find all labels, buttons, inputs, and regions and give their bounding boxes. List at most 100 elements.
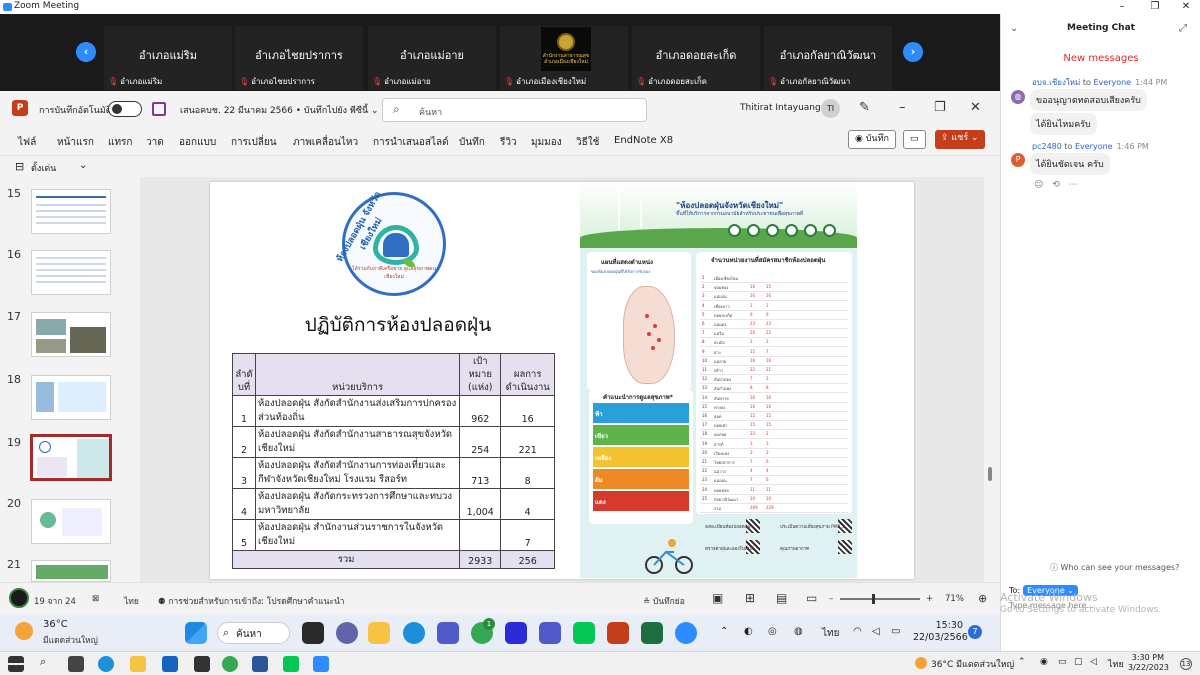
edge-icon[interactable] xyxy=(98,656,114,672)
zoom-out-button[interactable]: – xyxy=(829,594,833,604)
line-icon[interactable] xyxy=(283,656,299,672)
tray-app-icon[interactable]: ◍ xyxy=(794,626,803,637)
word-icon[interactable] xyxy=(252,656,268,672)
start-icon[interactable] xyxy=(8,656,24,672)
input-language[interactable]: ไทย xyxy=(822,626,839,641)
weather-summary[interactable]: 36°C มีแดดส่วนใหญ่ xyxy=(931,657,1014,671)
file-explorer-icon[interactable] xyxy=(368,622,390,644)
tray-app-icon[interactable]: ◎ xyxy=(768,626,777,637)
who-can-see-link[interactable]: ⓘ Who can see your messages? xyxy=(1050,562,1179,573)
tab-record[interactable]: บันทึก xyxy=(459,135,485,150)
weather-icon[interactable] xyxy=(915,657,927,669)
tab-help[interactable]: วิธีใช้ xyxy=(576,135,599,150)
video-tile[interactable]: อำเภอไชยปราการ 🎙 อำเภอไชยปราการ xyxy=(235,26,363,90)
notification-badge[interactable]: 7 xyxy=(968,625,982,639)
input-language[interactable]: ไทย xyxy=(1108,657,1124,671)
slide-thumbnail[interactable] xyxy=(31,312,111,357)
zoom-slider-thumb[interactable] xyxy=(872,594,875,604)
task-view-icon[interactable] xyxy=(68,656,84,672)
teams-icon[interactable] xyxy=(437,622,459,644)
video-tile[interactable]: อำเภอแม่ริม 🎙 อำเภอแม่ริม xyxy=(104,26,232,90)
webex-icon[interactable] xyxy=(505,622,527,644)
tab-home[interactable]: หน้าแรก xyxy=(57,135,94,150)
tab-slideshow[interactable]: การนำเสนอสไลด์ xyxy=(373,135,449,150)
start-icon[interactable] xyxy=(185,622,207,644)
chat-message[interactable]: ขออนุญาตทดสอบเสียงครับ xyxy=(1030,89,1147,111)
pin-label[interactable]: ตั้งเด่น xyxy=(31,161,56,175)
chevron-up-icon[interactable]: ⌃ xyxy=(720,626,728,637)
chevron-down-icon[interactable]: ⌄ xyxy=(79,160,87,171)
slide-thumbnail[interactable] xyxy=(31,189,111,234)
slide-thumbnail[interactable] xyxy=(31,375,111,420)
designer-icon[interactable]: ✎ xyxy=(859,100,870,115)
video-tile[interactable]: อำเภอแม่อาย 🎙 อำเภอแม่อาย xyxy=(368,26,496,90)
current-slide[interactable]: ห้องปลอดฝุ่น จังหวัดเชียงใหม่ ได้ร่วมกับ… xyxy=(210,182,914,579)
teams-work-icon[interactable] xyxy=(539,622,561,644)
video-tile[interactable]: อำเภอกัลยาณิวัฒนา 🎙 อำเภอกัลยาณิวัฒนา xyxy=(764,26,892,90)
tab-animations[interactable]: ภาพเคลื่อนไหว xyxy=(293,135,358,150)
display-icon[interactable]: ▢ xyxy=(1074,657,1083,667)
reading-view-icon[interactable]: ▤ xyxy=(776,591,787,605)
battery-icon[interactable]: ▭ xyxy=(891,626,900,637)
user-avatar[interactable]: TI xyxy=(821,99,840,118)
slide-thumbnail-selected[interactable] xyxy=(30,434,112,481)
notification-badge[interactable]: 13 xyxy=(1180,658,1192,670)
minimize-button[interactable]: – xyxy=(899,100,906,115)
tray-app-icon[interactable]: ◐ xyxy=(744,626,753,637)
wifi-icon[interactable]: ◠ xyxy=(853,626,862,637)
accessibility-status[interactable]: ⚉ การช่วยสำหรับการเข้าถึง: โปรดศึกษาคำแน… xyxy=(158,594,345,608)
tab-view[interactable]: มุมมอง xyxy=(531,135,562,150)
close-button[interactable]: ✕ xyxy=(1170,0,1200,14)
zoom-in-button[interactable]: + xyxy=(926,594,933,604)
tab-design[interactable]: ออกแบบ xyxy=(179,135,216,150)
video-tile[interactable]: อำเภอดอยสะเก็ด 🎙 อำเภอดอยสะเก็ด xyxy=(632,26,760,90)
zoom-level[interactable]: 71% xyxy=(945,594,964,604)
document-name[interactable]: เสนอคบช. 22 มีนาคม 2566 • บันทึกไปยัง พี… xyxy=(180,103,379,117)
zoom-icon[interactable] xyxy=(313,656,329,672)
spellcheck-icon[interactable]: ⊠ xyxy=(92,594,99,604)
chrome-icon[interactable]: 1 xyxy=(471,618,495,644)
pin-icon[interactable]: ⊟ xyxy=(15,160,24,173)
chat-message[interactable]: ได้ยินไหมครับ xyxy=(1030,113,1097,135)
search-box[interactable]: ⌕ ค้นหา xyxy=(382,98,647,122)
slide-sorter-icon[interactable]: ⊞ xyxy=(745,591,755,605)
weather-temp[interactable]: 36°C xyxy=(43,619,68,630)
chat-app-icon[interactable] xyxy=(336,622,358,644)
tab-insert[interactable]: แทรก xyxy=(108,135,132,150)
restore-button[interactable]: ❐ xyxy=(934,100,946,115)
message-actions[interactable]: ☺ ⟲ ⋯ xyxy=(1034,180,1081,190)
language-indicator[interactable]: ไทย xyxy=(124,594,139,608)
mail-icon[interactable] xyxy=(162,656,178,672)
search-icon[interactable]: ⌕ xyxy=(40,655,46,669)
taskbar-search[interactable]: ⌕ ค้นหา xyxy=(217,622,290,644)
maximize-button[interactable]: ❐ xyxy=(1139,0,1171,14)
powerpoint-icon[interactable] xyxy=(607,622,629,644)
store-icon[interactable] xyxy=(194,656,210,672)
comments-button[interactable]: ▭ xyxy=(903,130,926,149)
tab-endnote[interactable]: EndNote X8 xyxy=(614,135,673,146)
user-name[interactable]: Thitirat Intayuang xyxy=(740,103,821,113)
tab-file[interactable]: ไฟล์ xyxy=(18,135,36,150)
volume-icon[interactable]: ◁ xyxy=(872,626,880,637)
record-button[interactable]: ◉ บันทึก xyxy=(848,130,896,149)
slideshow-icon[interactable]: ▭ xyxy=(806,591,817,605)
line-icon[interactable] xyxy=(573,622,595,644)
autosave-toggle[interactable] xyxy=(108,101,142,117)
tab-review[interactable]: รีวิว xyxy=(500,135,517,150)
chevron-left-icon[interactable]: ‹ xyxy=(76,42,96,62)
close-button[interactable]: ✕ xyxy=(970,100,981,115)
task-view-icon[interactable] xyxy=(302,622,324,644)
slide-thumbnail[interactable] xyxy=(31,250,111,295)
chevron-right-icon[interactable]: › xyxy=(903,42,923,62)
scrollbar-thumb[interactable] xyxy=(988,467,992,481)
slide-thumbnail[interactable] xyxy=(31,499,111,544)
zoom-icon[interactable] xyxy=(675,622,697,644)
popout-icon[interactable]: ⤢ xyxy=(1179,23,1187,34)
taskbar-clock[interactable]: 3:30 PM 3/22/2023 xyxy=(1128,653,1169,673)
save-icon[interactable] xyxy=(152,102,166,116)
minimize-button[interactable]: – xyxy=(1106,0,1138,14)
normal-view-icon[interactable]: ▣ xyxy=(712,591,723,605)
weather-icon[interactable] xyxy=(15,622,33,640)
chrome-icon[interactable] xyxy=(222,656,238,672)
tab-draw[interactable]: วาด xyxy=(146,135,164,150)
